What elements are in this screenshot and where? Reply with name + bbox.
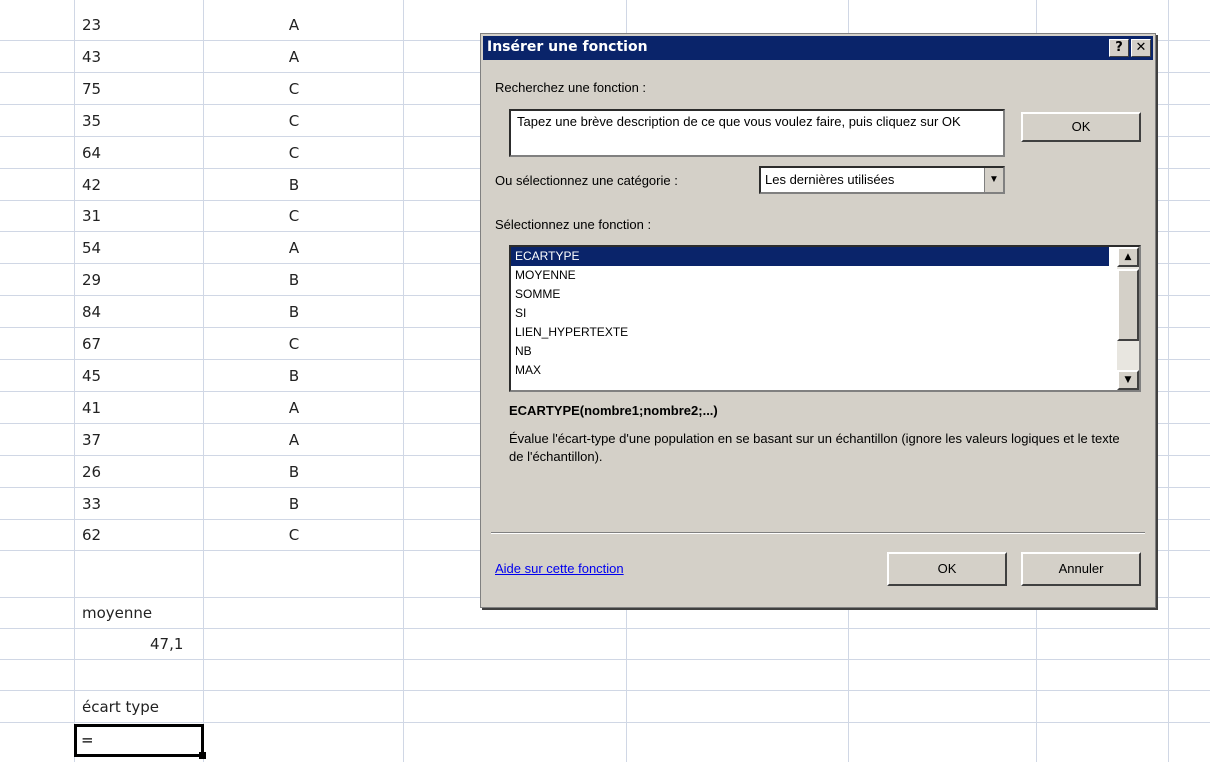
active-cell[interactable]: =	[74, 724, 204, 757]
cell-value[interactable]: 41	[82, 393, 101, 424]
cell-value[interactable]: 62	[82, 520, 101, 551]
help-link[interactable]: Aide sur cette fonction	[495, 561, 624, 576]
go-button[interactable]: OK	[1021, 112, 1141, 142]
help-button[interactable]: ?	[1109, 39, 1129, 57]
list-item[interactable]: NB	[511, 342, 1109, 361]
close-button[interactable]: ✕	[1131, 39, 1151, 57]
function-syntax: ECARTYPE(nombre1;nombre2;...)	[509, 403, 718, 418]
cell-group[interactable]: B	[274, 297, 314, 328]
mean-label[interactable]: moyenne	[82, 598, 152, 629]
cell-value[interactable]: 75	[82, 74, 101, 105]
list-scrollbar[interactable]: ▲ ▼	[1117, 247, 1139, 390]
cell-group[interactable]: A	[274, 42, 314, 73]
cell-group[interactable]: A	[274, 393, 314, 424]
cell-value[interactable]: 0	[610, 0, 620, 4]
category-value: Les dernières utilisées	[765, 172, 895, 187]
search-input[interactable]: Tapez une brève description de ce que vo…	[509, 109, 1005, 157]
list-item[interactable]: MAX	[511, 361, 1109, 380]
cell-value[interactable]: 54	[82, 233, 101, 264]
cell-value[interactable]: 29	[82, 265, 101, 296]
cell-value[interactable]: 26	[82, 457, 101, 488]
function-description: Évalue l'écart-type d'une population en …	[509, 431, 1120, 464]
cell-group[interactable]: C	[274, 520, 314, 551]
table-row[interactable]: écart type	[0, 692, 1210, 723]
mean-value[interactable]: 47,1	[150, 629, 183, 660]
cell-value[interactable]: 1	[1020, 0, 1030, 4]
cell-value[interactable]: 37	[82, 425, 101, 456]
list-item[interactable]: ECARTYPE	[511, 247, 1109, 266]
cell-value[interactable]: 67	[82, 329, 101, 360]
arrow-down-icon[interactable]: ▼	[1117, 370, 1139, 390]
cell-value[interactable]: 31	[82, 201, 101, 232]
dialog-title: Insérer une fonction	[487, 39, 648, 55]
cell-value[interactable]: 43	[82, 42, 101, 73]
search-label: Recherchez une fonction :	[495, 80, 647, 95]
cell-group[interactable]: C	[274, 74, 314, 105]
cell-group[interactable]: B	[274, 361, 314, 392]
cell-group[interactable]: B	[274, 170, 314, 201]
dialog-titlebar[interactable]: Insérer une fonction ? ✕	[483, 36, 1153, 60]
cell-value[interactable]: 84	[82, 297, 101, 328]
list-item[interactable]: SOMME	[511, 285, 1109, 304]
list-item[interactable]: SI	[511, 304, 1109, 323]
std-label[interactable]: écart type	[82, 692, 159, 723]
list-item[interactable]: LIEN_HYPERTEXTE	[511, 323, 1109, 342]
cell-group[interactable]: C	[274, 138, 314, 169]
cell-group[interactable]: B	[274, 457, 314, 488]
cell-group[interactable]: C	[274, 329, 314, 360]
cell-value[interactable]: 1	[832, 0, 842, 4]
cell-value[interactable]: 42	[82, 170, 101, 201]
chevron-down-icon[interactable]: ▼	[984, 168, 1003, 192]
cell-value[interactable]: 30	[82, 0, 101, 4]
insert-function-dialog: Insérer une fonction ? ✕ Recherchez une …	[480, 33, 1156, 608]
cell-value[interactable]: 11	[1145, 0, 1164, 4]
cell-group[interactable]: B	[290, 0, 300, 4]
function-list[interactable]: ECARTYPE MOYENNE SOMME SI LIEN_HYPERTEXTE NB M…	[509, 245, 1141, 392]
cell-value[interactable]: 64	[82, 138, 101, 169]
cell-group[interactable]: A	[274, 425, 314, 456]
cell-group[interactable]: C	[274, 106, 314, 137]
cell-value[interactable]: 23	[82, 10, 101, 41]
cell-group[interactable]: B	[274, 489, 314, 520]
empty-row[interactable]	[0, 660, 1210, 691]
cell-value[interactable]: 45	[82, 361, 101, 392]
cell-group[interactable]: A	[274, 10, 314, 41]
cancel-button[interactable]: Annuler	[1021, 552, 1141, 586]
table-row[interactable]: 47,1	[0, 629, 1210, 660]
cell-value[interactable]: 35	[82, 106, 101, 137]
divider	[491, 532, 1145, 534]
cell-group[interactable]: A	[274, 233, 314, 264]
ok-button[interactable]: OK	[887, 552, 1007, 586]
arrow-up-icon[interactable]: ▲	[1117, 247, 1139, 267]
cell-group[interactable]: C	[274, 201, 314, 232]
cell-value[interactable]: 33	[82, 489, 101, 520]
category-select[interactable]: Les dernières utilisées ▼	[759, 166, 1005, 194]
list-item[interactable]: MOYENNE	[511, 266, 1109, 285]
cell-group[interactable]: B	[274, 265, 314, 296]
scrollbar-thumb[interactable]	[1117, 269, 1139, 341]
category-label: Ou sélectionnez une catégorie :	[495, 173, 678, 188]
fill-handle[interactable]	[199, 752, 206, 759]
select-function-label: Sélectionnez une fonction :	[495, 217, 652, 232]
